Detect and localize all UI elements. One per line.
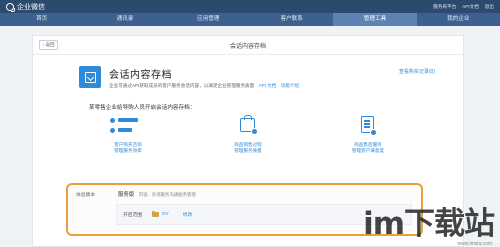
edit-scope-link[interactable]: 修改	[183, 211, 193, 218]
feature-intro: 会话内容存档 企业可通过API获取成员的客户服务会话内容，以满足企业管理服务质量…	[79, 66, 299, 89]
scope-value-text: DY	[162, 212, 169, 217]
scope-label: 开启范围	[123, 213, 143, 218]
scenario-item: 商品售后服务 管理客户满意度	[323, 116, 413, 154]
nav-customer-contact[interactable]: 客户联系	[250, 13, 333, 26]
scenario-list: 客户购买咨询 管理服务效率 商品销售过程 管理服务质量 商品售后服务 管理客户满…	[83, 115, 413, 154]
scenario-label: 客户购买咨询 管理服务效率	[114, 142, 142, 153]
feature-description: 企业可通过API获取成员的客户服务会话内容，以满足企业管理服务质量 API 文档…	[109, 83, 299, 89]
nav-my-enterprise[interactable]: 我的企业	[417, 13, 500, 26]
brand-logo[interactable]: 企业微信	[6, 2, 45, 12]
top-bar: 企业微信 服务商平台 API文档 退出	[0, 0, 500, 13]
scenario-item: 客户购买咨询 管理服务效率	[83, 116, 173, 154]
panel-header: ‹ 返回 会话内容存档	[33, 36, 463, 55]
page-title: 会话内容存档	[229, 43, 266, 50]
nav-app-management[interactable]: 应用管理	[167, 13, 250, 26]
scenario-label: 商品售后服务 管理客户满意度	[351, 142, 385, 153]
top-links: 服务商平台 API文档 退出	[433, 4, 494, 10]
partner-platform-link[interactable]: 服务商平台	[433, 4, 456, 10]
logout-link[interactable]: 退出	[485, 4, 494, 10]
feature-intro-link[interactable]: 功能介绍	[281, 83, 299, 88]
site-watermark-url: www.imxia.com	[457, 241, 492, 247]
scenario-label: 商品销售过程 管理服务质量	[234, 142, 262, 153]
back-button[interactable]: ‹ 返回	[39, 40, 59, 50]
version-label: 体验版本	[76, 193, 96, 198]
site-watermark: im下载站	[363, 206, 495, 242]
archive-icon	[79, 66, 101, 88]
api-docs-link[interactable]: API文档	[462, 4, 479, 10]
shopping-bag-icon	[226, 115, 270, 138]
scope-value: DY	[152, 210, 169, 217]
feature-title: 会话内容存档	[109, 70, 172, 81]
nav-contacts[interactable]: 通讯录	[83, 13, 166, 26]
nav-management-tools[interactable]: 管理工具	[333, 13, 417, 26]
clipboard-check-icon	[346, 116, 390, 138]
scenario-heading: 某零售企业给导购人员开启会话内容存档：	[89, 105, 196, 111]
main-nav: 首页 通讯录 应用管理 客户联系 管理工具 我的企业	[0, 13, 500, 26]
scenario-item: 商品销售过程 管理服务质量	[203, 115, 293, 154]
department-folder-icon	[152, 210, 160, 217]
purchase-record-link[interactable]: 查看购买记录(0)	[399, 68, 435, 75]
wecom-logo-icon	[6, 2, 15, 12]
version-description: 内容、外部服务沟通服务管理	[138, 192, 196, 197]
users-chat-icon	[106, 116, 150, 138]
feature-desc-text: 企业可通过API获取成员的客户服务会话内容，以满足企业管理服务质量	[109, 83, 255, 88]
version-name: 服务版 内容、外部服务沟通服务管理	[118, 190, 196, 198]
api-doc-link[interactable]: API 文档	[259, 83, 277, 88]
brand-name: 企业微信	[17, 3, 45, 11]
nav-home[interactable]: 首页	[0, 13, 83, 26]
version-name-text: 服务版	[118, 192, 135, 198]
